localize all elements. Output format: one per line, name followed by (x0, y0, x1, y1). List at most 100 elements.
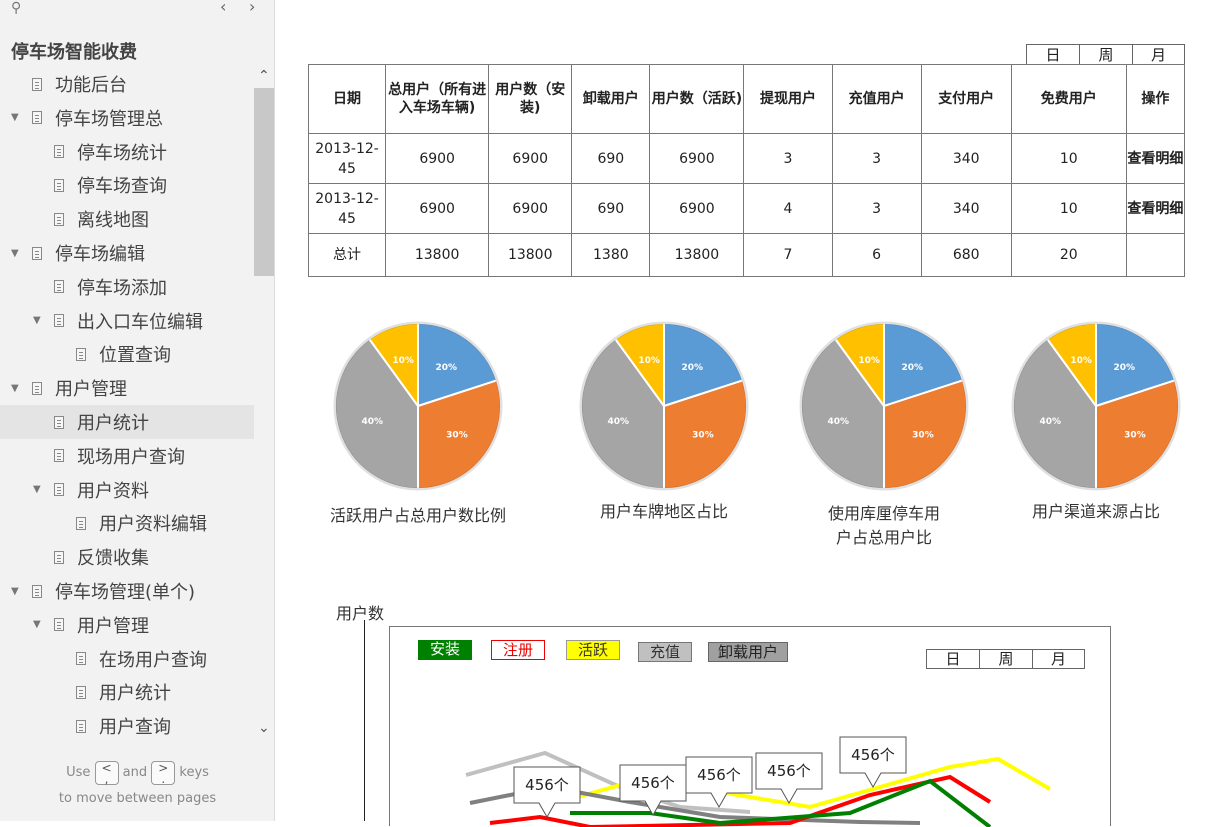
value-callout: 456个 (513, 766, 581, 819)
sidebar-item[interactable]: 用户资料编辑 (0, 506, 254, 540)
sidebar-item[interactable]: 停车场添加 (0, 270, 254, 304)
pie-caption: 活跃用户占总用户数比例 (308, 504, 528, 528)
sidebar-item[interactable]: ▼ 用户管理 (0, 371, 254, 405)
table-row: 2013-12-45 6900 6900 690 6900 4 3 340 10… (307, 183, 1186, 234)
sidebar-item-label: 反馈收集 (77, 548, 149, 570)
sidebar-item[interactable]: ▼ 出入口车位编辑 (0, 304, 254, 338)
sidebar-item-label: 停车场添加 (77, 277, 167, 299)
callout-text: 456个 (851, 746, 895, 764)
caret-down-icon[interactable]: ▼ (11, 248, 19, 259)
sidebar-item[interactable]: ▼ 用户资料 (0, 473, 254, 507)
tab-day[interactable]: 日 (1027, 45, 1079, 64)
caret-down-icon[interactable]: ▼ (11, 586, 19, 597)
pie-slice-label: 40% (1039, 417, 1061, 427)
hint-text: and (122, 765, 148, 780)
pie-slice-label: 40% (827, 417, 849, 427)
search-icon[interactable]: ⚲ (11, 0, 21, 16)
chevron-left-icon[interactable]: ‹ (220, 0, 226, 16)
callout-text: 456个 (525, 776, 569, 794)
sidebar-item[interactable]: 停车场统计 (0, 135, 254, 169)
pie-chart: 20% 30% 40% 10% (1011, 321, 1181, 491)
callout-text: 456个 (631, 774, 675, 792)
chevron-right-icon[interactable]: › (249, 0, 255, 16)
table-cell: 20 (1010, 233, 1127, 277)
main-content: 日 周 月 日期 总用户（所有进入车场车辆) 用户数（安装) 卸载用户 用户数（… (276, 0, 1220, 827)
page-icon (54, 550, 64, 564)
sidebar-item-label: 用户统计 (99, 683, 171, 705)
sidebar-item[interactable]: ▼ 停车场管理(单个) (0, 574, 254, 608)
table-cell: 3 (831, 183, 922, 234)
scroll-down-icon[interactable]: ⌄ (258, 720, 270, 736)
table-cell: 6900 (649, 133, 745, 184)
caret-down-icon[interactable]: ▼ (33, 315, 41, 326)
pie-slice-label: 10% (392, 356, 414, 366)
sidebar-item[interactable]: 离线地图 (0, 202, 254, 236)
sidebar-item[interactable]: 功能后台 (0, 67, 254, 101)
sidebar-item-label: 用户查询 (99, 717, 171, 739)
pie-slice-label: 20% (682, 363, 704, 373)
caret-down-icon[interactable]: ▼ (11, 112, 19, 123)
table-cell: 1380 (571, 233, 651, 277)
caret-down-icon[interactable]: ▼ (11, 383, 19, 394)
prev-key-icon: <, (94, 760, 119, 785)
table-cell: 10 (1010, 133, 1127, 184)
sidebar-item-label: 停车场管理总 (55, 108, 163, 130)
table-cell: 6 (831, 233, 922, 277)
value-callout: 456个 (685, 756, 753, 809)
scrollbar-thumb[interactable] (254, 88, 274, 276)
table-cell: 13800 (649, 233, 745, 277)
sidebar-item[interactable]: ▼ 停车场管理总 (0, 101, 254, 135)
page-icon (54, 415, 64, 429)
keyboard-hint: Use <, and >. keys to move between pages (0, 760, 275, 812)
sidebar-item[interactable]: 用户统计 (0, 405, 254, 439)
page-icon (32, 111, 42, 125)
tab-week[interactable]: 周 (1079, 45, 1132, 64)
sidebar-item[interactable]: 位置查询 (0, 337, 254, 371)
sidebar-item[interactable]: ▼ 停车场编辑 (0, 236, 254, 270)
pie-slice-label: 30% (446, 430, 468, 440)
caret-down-icon[interactable]: ▼ (33, 619, 41, 630)
table-cell: 340 (920, 183, 1012, 234)
hint-text: to move between pages (58, 791, 217, 806)
view-detail-link[interactable]: 查看明细 (1125, 183, 1186, 234)
pie-slice-label: 30% (1124, 430, 1146, 440)
y-axis-label: 用户数 (336, 604, 385, 623)
table-cell: 3 (743, 133, 833, 184)
pie-chart: 20% 30% 40% 10% (333, 321, 503, 491)
page-icon (54, 280, 64, 294)
sidebar-item[interactable]: ▼ 用户管理 (0, 608, 254, 642)
caret-down-icon[interactable]: ▼ (33, 484, 41, 495)
table-cell: 13800 (488, 233, 573, 277)
page-icon (54, 618, 64, 632)
sidebar-item[interactable]: 在场用户查询 (0, 642, 254, 676)
page-icon (76, 685, 86, 699)
sidebar-item[interactable]: 用户统计 (0, 675, 254, 709)
scroll-up-icon[interactable]: ⌃ (258, 68, 270, 84)
page-icon (32, 381, 42, 395)
sidebar-item[interactable]: 用户查询 (0, 709, 254, 743)
sidebar-item[interactable]: 反馈收集 (0, 540, 254, 574)
table-cell: 2013-12-45 (307, 133, 387, 184)
page-icon (54, 178, 64, 192)
table-cell: 总计 (307, 233, 387, 277)
sidebar-item[interactable]: 现场用户查询 (0, 439, 254, 473)
table-cell: 7 (743, 233, 833, 277)
sidebar-item-label: 停车场查询 (77, 176, 167, 198)
table-cell: 690 (571, 133, 651, 184)
sidebar-scrollbar[interactable]: ⌃ ⌄ (254, 68, 274, 748)
hint-text: keys (179, 765, 209, 780)
y-axis-line (364, 620, 365, 821)
line-chart-frame: 安装 注册 活跃 充值 卸载用户 日 周 月 456个 456个 456个 456个 4… (389, 626, 1111, 827)
sidebar-item-label: 用户资料 (77, 480, 149, 502)
line-chart: 456个 456个 456个 456个 456个 (465, 736, 1051, 827)
pie-slice-label: 30% (912, 430, 934, 440)
pie-caption-line: 用户渠道来源占比 (1031, 502, 1160, 521)
sidebar-item-label: 停车场管理(单个) (55, 582, 196, 603)
sidebar-item[interactable]: 停车场查询 (0, 168, 254, 202)
tab-month[interactable]: 月 (1132, 45, 1184, 64)
value-callout: 456个 (839, 736, 907, 789)
table-header-row: 日期 总用户（所有进入车场车辆) 用户数（安装) 卸载用户 用户数（活跃) 提现… (307, 64, 1186, 134)
pie-slice-label: 30% (692, 430, 714, 440)
page-icon (54, 212, 64, 226)
view-detail-link[interactable]: 查看明细 (1125, 133, 1186, 184)
